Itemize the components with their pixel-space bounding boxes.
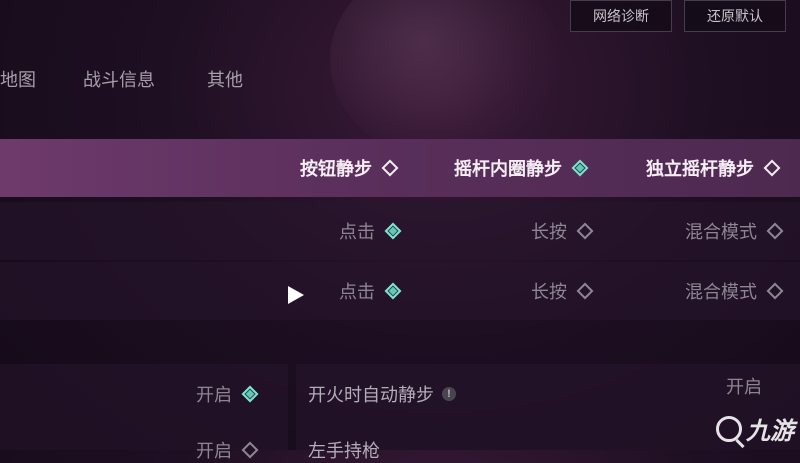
unchecked-diamond-icon: [766, 282, 784, 300]
tab-map[interactable]: 地图: [0, 66, 36, 92]
option-label: 点击: [339, 282, 375, 302]
watermark-text: 九游: [746, 418, 794, 445]
option-mixed-mode[interactable]: 混合模式: [685, 218, 785, 244]
option-label: 长按: [531, 282, 567, 302]
option-independent-joystick-walk[interactable]: 独立摇杆静步: [646, 155, 782, 181]
bottom-left-panel: 开启 开启: [0, 364, 288, 461]
left-hand-fire-setting: 左手持枪: [308, 437, 380, 463]
tab-other[interactable]: 其他: [207, 66, 243, 92]
unchecked-diamond-icon: [763, 159, 781, 177]
option-long-press[interactable]: 长按: [531, 278, 595, 304]
option-button-walk[interactable]: 按钮静步: [300, 155, 400, 181]
option-enable[interactable]: 开启: [196, 381, 260, 407]
option-long-press[interactable]: 长按: [531, 218, 595, 244]
option-label: 独立摇杆静步: [646, 159, 754, 179]
option-label: 长按: [531, 222, 567, 242]
option-label: 摇杆内圈静步: [454, 159, 562, 179]
option-label: 开启: [726, 377, 762, 397]
option-label: 点击: [339, 222, 375, 242]
fire-auto-walk-setting: 开火时自动静步 !: [308, 381, 456, 407]
option-label: 混合模式: [685, 282, 757, 302]
checked-diamond-icon: [571, 159, 589, 177]
option-label: 按钮静步: [300, 159, 372, 179]
option-enable-right[interactable]: 开启: [726, 373, 762, 399]
reset-default-button[interactable]: 还原默认: [684, 0, 786, 32]
unchecked-diamond-icon: [576, 222, 594, 240]
unchecked-diamond-icon: [766, 222, 784, 240]
watermark: 九游: [716, 411, 794, 446]
setting-label: 开火时自动静步: [308, 385, 434, 405]
play-icon[interactable]: [288, 286, 304, 304]
settings-row-1: 点击 长按 混合模式: [0, 202, 800, 260]
option-click[interactable]: 点击: [339, 278, 403, 304]
walk-mode-header-row: 按钮静步 摇杆内圈静步 独立摇杆静步: [0, 139, 800, 197]
option-label: 开启: [196, 385, 232, 405]
option-mixed-mode[interactable]: 混合模式: [685, 278, 785, 304]
network-diagnosis-button[interactable]: 网络诊断: [570, 0, 672, 32]
unchecked-diamond-icon: [576, 282, 594, 300]
unchecked-diamond-icon: [241, 441, 259, 459]
option-label: 混合模式: [685, 222, 757, 242]
option-label: 开启: [196, 441, 232, 461]
checked-diamond-icon: [384, 222, 402, 240]
checked-diamond-icon: [384, 282, 402, 300]
checked-diamond-icon: [241, 385, 259, 403]
jiuyou-logo-icon: [716, 415, 742, 442]
option-joystick-inner-walk[interactable]: 摇杆内圈静步: [454, 155, 590, 181]
option-click[interactable]: 点击: [339, 218, 403, 244]
background-character-art: [330, 0, 560, 160]
settings-row-2: 点击 长按 混合模式: [0, 262, 800, 320]
info-icon[interactable]: !: [442, 387, 456, 401]
option-enable-2[interactable]: 开启: [196, 437, 260, 463]
unchecked-diamond-icon: [381, 159, 399, 177]
setting-label: 左手持枪: [308, 441, 380, 461]
tab-combat-info[interactable]: 战斗信息: [83, 66, 155, 92]
